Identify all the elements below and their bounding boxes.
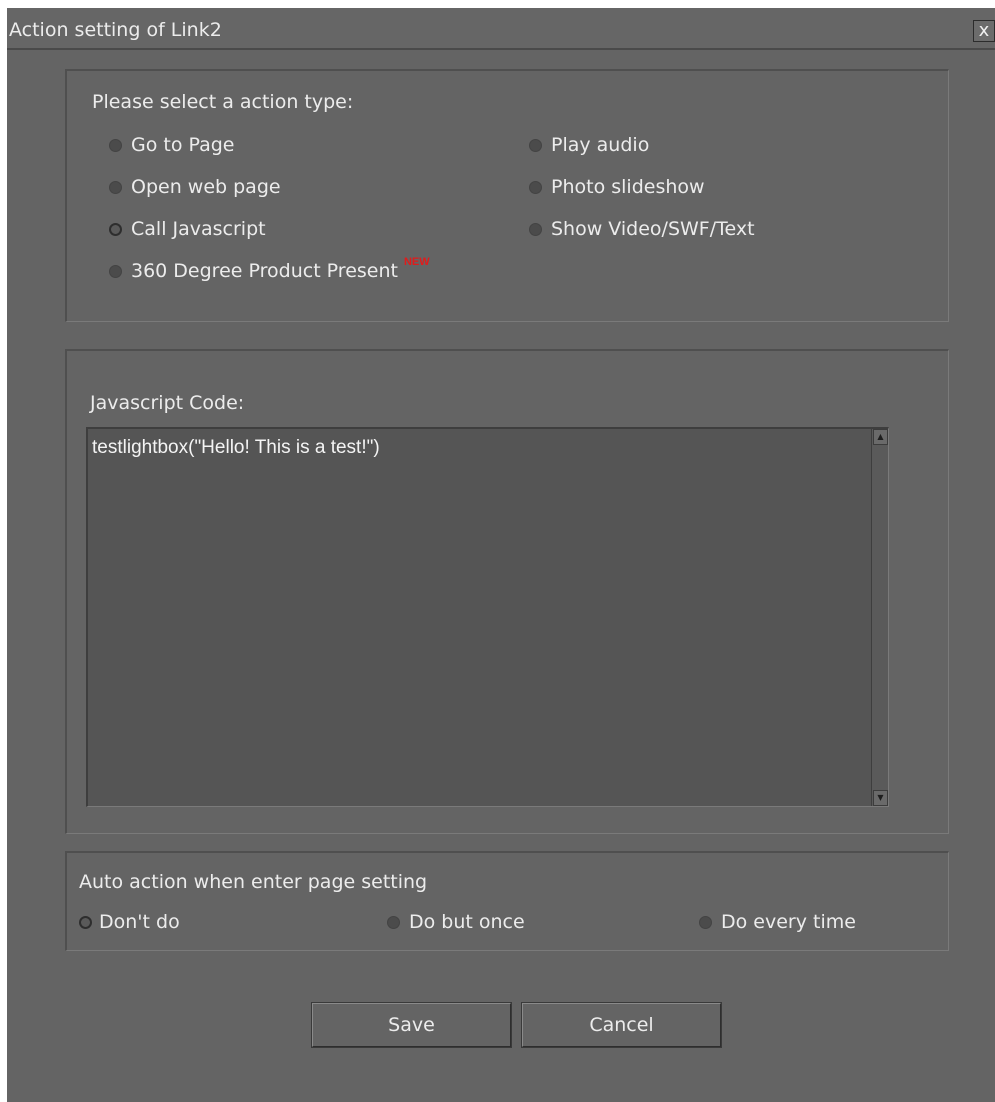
- radio-indicator: [529, 138, 542, 152]
- close-button[interactable]: x: [973, 20, 995, 42]
- radio-indicator: [699, 915, 712, 929]
- cancel-button[interactable]: Cancel: [521, 1002, 722, 1048]
- action-type-label: Please select a action type:: [92, 91, 354, 113]
- radio-label: Do every time: [721, 911, 856, 933]
- radio-indicator: [387, 915, 400, 929]
- radio-do-but-once[interactable]: Do but once: [387, 911, 525, 933]
- title-bar: Action setting of Link2 x: [7, 8, 995, 50]
- radio-play-audio[interactable]: Play audio: [529, 134, 649, 156]
- radio-label: Don't do: [99, 911, 180, 933]
- radio-label: Open web page: [131, 176, 281, 198]
- radio-indicator: [109, 138, 122, 152]
- action-setting-dialog: Action setting of Link2 x Please select …: [7, 8, 995, 1102]
- radio-indicator: [529, 180, 542, 194]
- radio-indicator: [109, 264, 122, 278]
- radio-label: Play audio: [551, 134, 650, 156]
- radio-indicator-selected: [109, 222, 122, 236]
- new-badge: NEW: [403, 256, 430, 268]
- radio-call-javascript[interactable]: Call Javascript: [109, 218, 266, 240]
- save-button[interactable]: Save: [311, 1002, 512, 1048]
- radio-label: Do but once: [409, 911, 525, 933]
- scroll-up-arrow-icon[interactable]: ▲: [873, 429, 888, 445]
- radio-label: 360 Degree Product Present: [131, 260, 398, 282]
- auto-action-group: Auto action when enter page setting Don'…: [65, 851, 949, 951]
- radio-indicator: [109, 180, 122, 194]
- radio-label: Go to Page: [131, 134, 235, 156]
- javascript-code-text: testlightbox("Hello! This is a test!"): [92, 437, 380, 458]
- radio-label: Call Javascript: [131, 218, 266, 240]
- vertical-scrollbar[interactable]: ▲ ▼: [871, 429, 888, 806]
- radio-open-web-page[interactable]: Open web page: [109, 176, 281, 198]
- radio-show-video-swf-text[interactable]: Show Video/SWF/Text: [529, 218, 755, 240]
- radio-label: Show Video/SWF/Text: [551, 218, 755, 240]
- radio-photo-slideshow[interactable]: Photo slideshow: [529, 176, 705, 198]
- radio-do-every-time[interactable]: Do every time: [699, 911, 856, 933]
- dialog-title: Action setting of Link2: [9, 19, 222, 41]
- radio-indicator: [529, 222, 542, 236]
- scroll-down-arrow-icon[interactable]: ▼: [873, 790, 888, 806]
- auto-action-label: Auto action when enter page setting: [79, 871, 428, 893]
- radio-label: Photo slideshow: [551, 176, 705, 198]
- javascript-code-label: Javascript Code:: [90, 392, 245, 414]
- radio-go-to-page[interactable]: Go to Page: [109, 134, 235, 156]
- radio-indicator-selected: [79, 915, 92, 929]
- action-type-group: Please select a action type: Go to Page …: [65, 69, 949, 322]
- radio-360-degree-product[interactable]: 360 Degree Product Present NEW: [109, 256, 430, 282]
- radio-dont-do[interactable]: Don't do: [79, 911, 180, 933]
- javascript-code-textarea[interactable]: testlightbox("Hello! This is a test!") ▲…: [86, 427, 889, 807]
